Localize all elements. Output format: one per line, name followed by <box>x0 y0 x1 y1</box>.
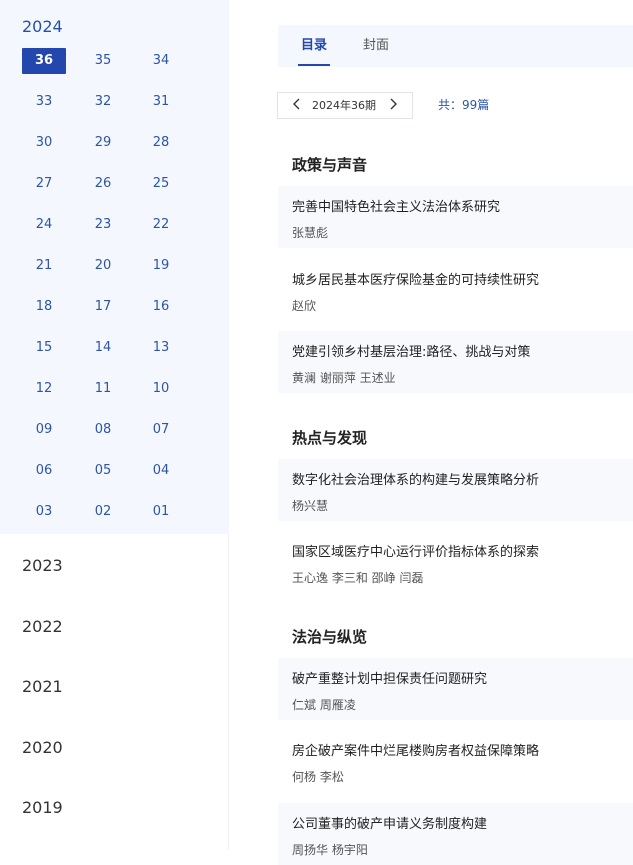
issue-link-20[interactable]: 20 <box>81 253 125 279</box>
article-authors: 王心逸 李三和 邵峥 闫磊 <box>292 571 424 585</box>
tabs-bar: 目录 封面 <box>278 25 633 67</box>
article-title[interactable]: 公司董事的破产申请义务制度构建 <box>292 816 487 834</box>
issue-link-01[interactable]: 01 <box>139 499 183 525</box>
issue-link-11[interactable]: 11 <box>81 376 125 402</box>
issue-link-23[interactable]: 23 <box>81 212 125 238</box>
article-item[interactable]: 党建引领乡村基层治理:路径、挑战与对策黄澜 谢丽萍 王述业 <box>278 331 633 393</box>
issue-link-35[interactable]: 35 <box>81 48 125 74</box>
issue-link-29[interactable]: 29 <box>81 130 125 156</box>
issue-link-02[interactable]: 02 <box>81 499 125 525</box>
issue-link-22[interactable]: 22 <box>139 212 183 238</box>
issue-link-10[interactable]: 10 <box>139 376 183 402</box>
section-title: 法治与纵览 <box>292 628 368 646</box>
year-item-2020[interactable]: 2020 <box>22 737 63 759</box>
year-item-2023[interactable]: 2023 <box>22 555 63 577</box>
issue-link-31[interactable]: 31 <box>139 89 183 115</box>
issue-link-19[interactable]: 19 <box>139 253 183 279</box>
article-authors: 周扬华 杨宇阳 <box>292 843 368 857</box>
article-title[interactable]: 党建引领乡村基层治理:路径、挑战与对策 <box>292 344 530 362</box>
article-title[interactable]: 完善中国特色社会主义法治体系研究 <box>292 199 500 217</box>
article-item[interactable]: 国家区域医疗中心运行评价指标体系的探索王心逸 李三和 邵峥 闫磊 <box>278 531 633 593</box>
section-title: 政策与声音 <box>292 156 368 174</box>
issue-link-25[interactable]: 25 <box>139 171 183 197</box>
issue-link-33[interactable]: 33 <box>22 89 66 115</box>
issue-link-21[interactable]: 21 <box>22 253 66 279</box>
issue-link-27[interactable]: 27 <box>22 171 66 197</box>
chevron-right-icon[interactable] <box>385 97 401 115</box>
article-authors: 黄澜 谢丽萍 王述业 <box>292 371 396 385</box>
issue-link-30[interactable]: 30 <box>22 130 66 156</box>
article-title[interactable]: 破产重整计划中担保责任问题研究 <box>292 671 487 689</box>
active-tab-indicator <box>298 64 330 66</box>
year-item-2022[interactable]: 2022 <box>22 616 63 638</box>
year-item-2019[interactable]: 2019 <box>22 797 63 819</box>
article-title[interactable]: 数字化社会治理体系的构建与发展策略分析 <box>292 472 539 490</box>
issue-link-34[interactable]: 34 <box>139 48 183 74</box>
issue-link-28[interactable]: 28 <box>139 130 183 156</box>
year-issue-panel: 2024 36 35 34 33 32 31 30 29 28 27 26 25 24 23 22 21 20 1… <box>0 0 229 850</box>
article-authors: 赵欣 <box>292 299 317 313</box>
issue-link-13[interactable]: 13 <box>139 335 183 361</box>
issue-link-03[interactable]: 03 <box>22 499 66 525</box>
issue-link-14[interactable]: 14 <box>81 335 125 361</box>
section-title: 热点与发现 <box>292 429 368 447</box>
article-item[interactable]: 破产重整计划中担保责任问题研究仁斌 周雁凌 <box>278 658 633 720</box>
issue-link-05[interactable]: 05 <box>81 458 125 484</box>
chevron-left-icon[interactable] <box>289 97 305 115</box>
article-item[interactable]: 完善中国特色社会主义法治体系研究张慧彪 <box>278 186 633 248</box>
article-item[interactable]: 数字化社会治理体系的构建与发展策略分析杨兴慧 <box>278 459 633 521</box>
article-total: 共：99篇 <box>438 98 490 112</box>
article-item[interactable]: 公司董事的破产申请义务制度构建周扬华 杨宇阳 <box>278 803 633 865</box>
year-title-active[interactable]: 2024 <box>22 16 63 38</box>
issue-link-16[interactable]: 16 <box>139 294 183 320</box>
article-authors: 张慧彪 <box>292 226 329 240</box>
issue-link-08[interactable]: 08 <box>81 417 125 443</box>
issue-selector: 2024年36期 <box>277 92 413 119</box>
article-authors: 何杨 李松 <box>292 770 344 784</box>
issue-link-32[interactable]: 32 <box>81 89 125 115</box>
issue-selector-label: 2024年36期 <box>312 99 376 112</box>
article-title[interactable]: 城乡居民基本医疗保险基金的可持续性研究 <box>292 272 539 290</box>
article-item[interactable]: 房企破产案件中烂尾楼购房者权益保障策略何杨 李松 <box>278 730 633 792</box>
tab-contents[interactable]: 目录 <box>301 38 327 54</box>
issue-link-12[interactable]: 12 <box>22 376 66 402</box>
issue-link-26[interactable]: 26 <box>81 171 125 197</box>
issue-link-07[interactable]: 07 <box>139 417 183 443</box>
tab-cover[interactable]: 封面 <box>363 38 389 54</box>
issue-link-04[interactable]: 04 <box>139 458 183 484</box>
issue-link-06[interactable]: 06 <box>22 458 66 484</box>
article-authors: 杨兴慧 <box>292 499 329 513</box>
issue-link-17[interactable]: 17 <box>81 294 125 320</box>
issue-link-18[interactable]: 18 <box>22 294 66 320</box>
article-item[interactable]: 城乡居民基本医疗保险基金的可持续性研究赵欣 <box>278 259 633 321</box>
year-item-2021[interactable]: 2021 <box>22 676 63 698</box>
article-title[interactable]: 国家区域医疗中心运行评价指标体系的探索 <box>292 544 539 562</box>
issue-link-09[interactable]: 09 <box>22 417 66 443</box>
issue-link-15[interactable]: 15 <box>22 335 66 361</box>
issue-link-36[interactable]: 36 <box>22 48 66 74</box>
article-title[interactable]: 房企破产案件中烂尾楼购房者权益保障策略 <box>292 743 539 761</box>
issue-link-24[interactable]: 24 <box>22 212 66 238</box>
article-authors: 仁斌 周雁凌 <box>292 698 356 712</box>
